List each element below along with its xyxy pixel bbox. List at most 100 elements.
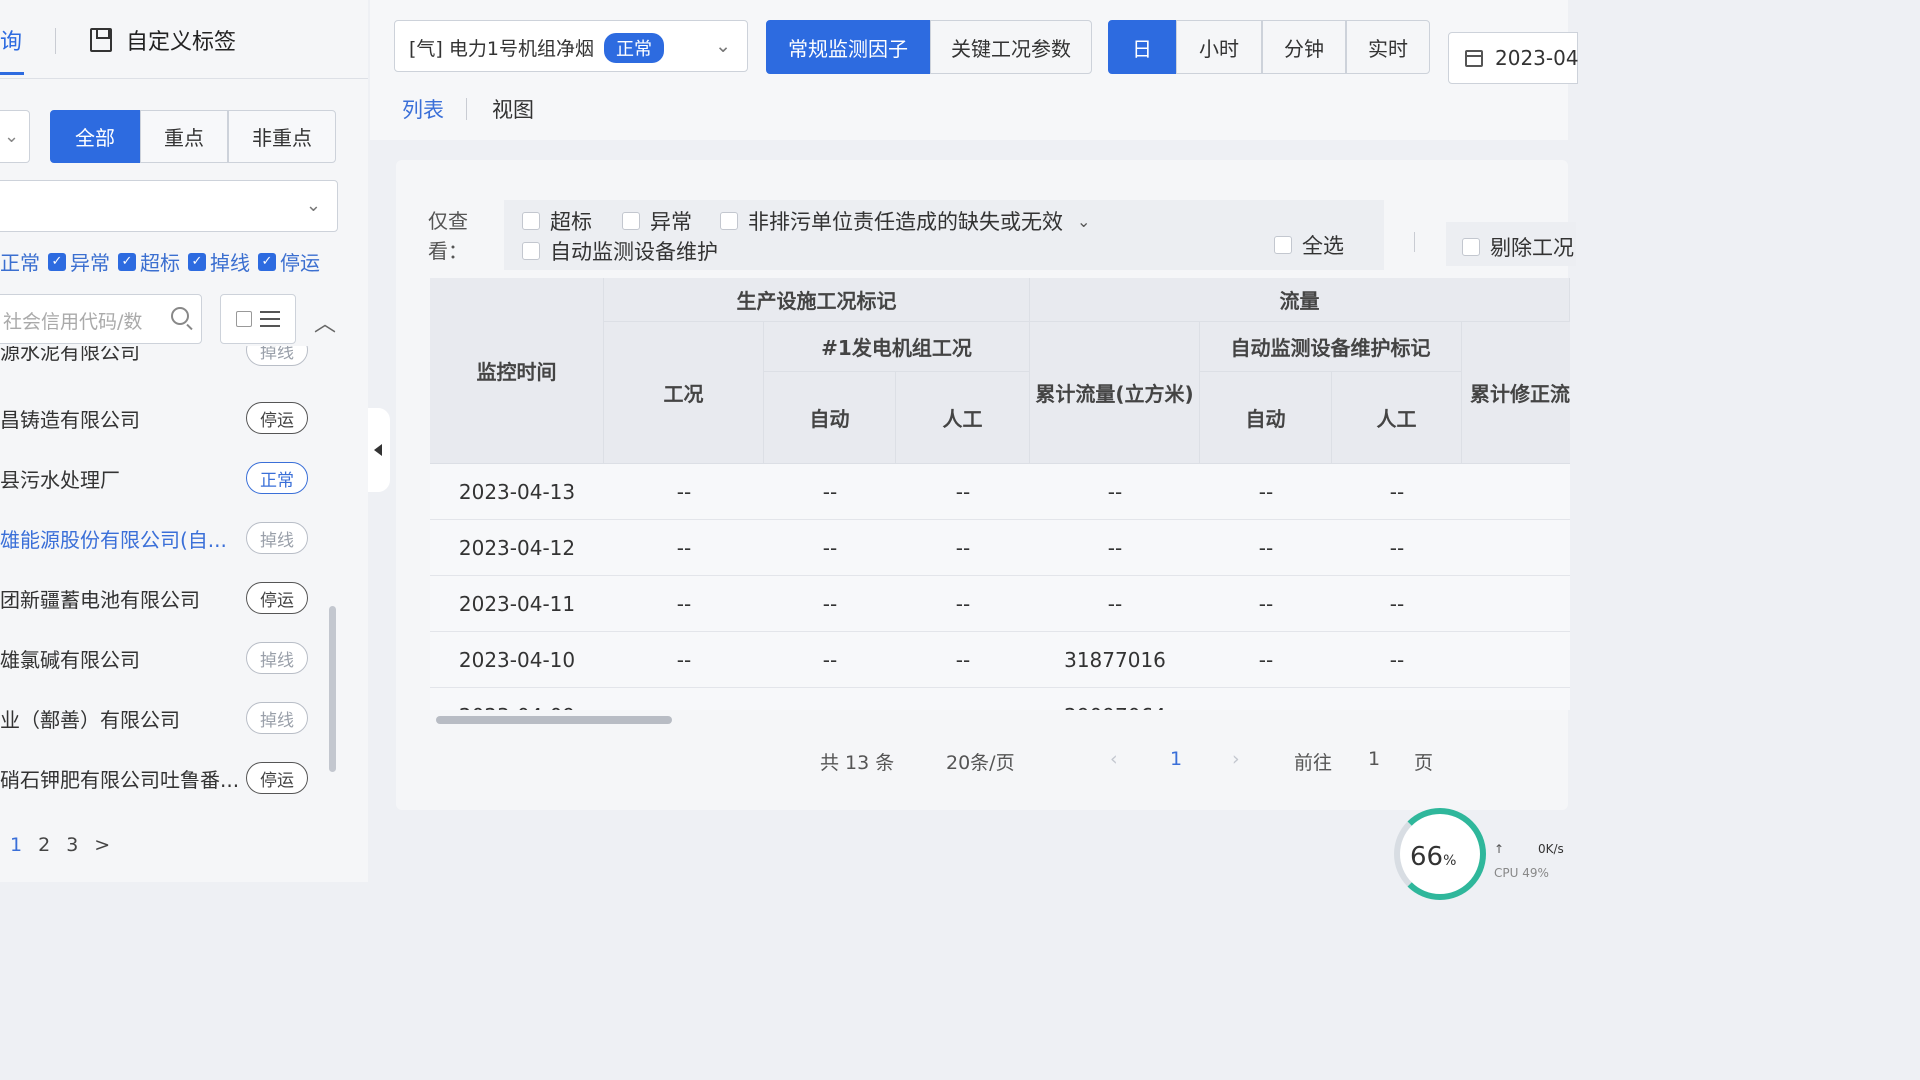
company-name: 团新疆蓄电池有限公司 xyxy=(0,588,200,612)
list-item[interactable]: 硝石钾肥有限公司吐鲁番... 停运 xyxy=(0,762,320,806)
company-search-input[interactable]: 社会信用代码/数 xyxy=(0,294,202,344)
cell-date: 2023-04-11 xyxy=(458,592,576,616)
tab-hour[interactable]: 小时 xyxy=(1176,20,1262,74)
chevron-up-icon[interactable]: ︿ xyxy=(314,306,336,338)
tab-divider xyxy=(466,98,467,120)
cell: 29097064 xyxy=(1030,688,1200,710)
page-link[interactable]: 2 xyxy=(38,834,50,856)
segment-non-key[interactable]: 非重点 xyxy=(228,110,336,163)
col-header-auto: 自动 xyxy=(764,372,896,464)
search-icon[interactable] xyxy=(171,307,189,325)
list-item[interactable]: 县污水处理厂 正常 xyxy=(0,462,320,524)
company-name: 县污水处理厂 xyxy=(0,468,120,492)
status-badge: 掉线 xyxy=(246,346,308,366)
chevron-down-icon: ⌄ xyxy=(305,195,321,216)
status-badge: 掉线 xyxy=(246,702,308,734)
col-header-condition: 工况 xyxy=(604,322,764,464)
tab-key-params[interactable]: 关键工况参数 xyxy=(930,20,1092,74)
status-filter-normal[interactable]: 正常 xyxy=(0,247,40,276)
filter-maintenance[interactable]: 自动监测设备维护 xyxy=(522,236,718,266)
status-filter-offline[interactable]: ✓ 掉线 xyxy=(188,247,250,276)
page-size-select[interactable]: 20条/页 xyxy=(946,748,1015,775)
network-speed: 0K/s xyxy=(1538,842,1564,856)
page-link[interactable]: 1 xyxy=(10,834,22,856)
cell: -- xyxy=(1258,648,1274,672)
status-badge: 正常 xyxy=(246,462,308,494)
view-toggle-button[interactable] xyxy=(220,294,296,344)
region-select[interactable]: ⌄ xyxy=(0,180,338,232)
company-name: 雄能源股份有限公司(自... xyxy=(0,528,227,552)
tab-minute[interactable]: 分钟 xyxy=(1262,20,1346,74)
company-pagination: 1 2 3 > xyxy=(10,834,110,856)
prev-page-icon[interactable]: ‹ xyxy=(1110,748,1118,770)
cell: -- xyxy=(955,536,971,560)
col-header-auto: 自动 xyxy=(1200,372,1332,464)
filter-missing-invalid[interactable]: 非排污单位责任造成的缺失或无效 ⌄ xyxy=(720,206,1090,236)
status-badge: 掉线 xyxy=(246,642,308,674)
cell: -- xyxy=(822,648,838,672)
chevron-down-icon[interactable]: ⌄ xyxy=(1077,212,1090,231)
checkbox-icon xyxy=(522,242,540,260)
col-group-unit1: #1发电机组工况 xyxy=(764,322,1030,372)
tab-custom-tags[interactable]: 自定义标签 xyxy=(90,24,236,56)
cell: -- xyxy=(822,536,838,560)
chevron-down-icon[interactable]: ⌄ xyxy=(0,110,30,163)
page-number[interactable]: 1 xyxy=(1170,748,1182,770)
tab-day[interactable]: 日 xyxy=(1108,20,1176,74)
status-filter-exceed[interactable]: ✓ 超标 xyxy=(118,247,180,276)
company-name: 源水泥有限公司 xyxy=(0,346,140,364)
segment-all[interactable]: 全部 xyxy=(50,110,140,163)
list-scrollbar[interactable] xyxy=(329,606,336,772)
list-item[interactable]: 昌铸造有限公司 停运 xyxy=(0,402,320,464)
page-link[interactable]: 3 xyxy=(66,834,78,856)
list-item[interactable]: 源水泥有限公司 掉线 xyxy=(0,346,320,396)
cell: -- xyxy=(822,480,838,504)
status-filter-row: 正常 ✓ 异常 ✓ 超标 ✓ 掉线 ✓ 停运 xyxy=(0,247,320,276)
segment-key[interactable]: 重点 xyxy=(140,110,228,163)
cell: -- xyxy=(1258,480,1274,504)
cell: -- xyxy=(676,648,692,672)
cell: -- xyxy=(1107,592,1123,616)
divider xyxy=(0,78,368,79)
status-badge: 停运 xyxy=(246,402,308,434)
company-name: 雄氯碱有限公司 xyxy=(0,648,140,672)
cell: -- xyxy=(1389,648,1405,672)
status-badge: 停运 xyxy=(246,582,308,614)
tab-chart-view[interactable]: 视图 xyxy=(492,94,534,124)
data-table: 监控时间 生产设施工况标记 工况 #1发电机组工况 自动 人工 流量 累计流量(… xyxy=(430,278,1570,710)
status-filter-abnormal[interactable]: ✓ 异常 xyxy=(48,247,110,276)
goto-page-input[interactable]: 1 xyxy=(1368,748,1380,770)
cell: -- xyxy=(955,592,971,616)
filter-exceed[interactable]: 超标 xyxy=(522,206,592,236)
list-item[interactable]: 业（鄯善）有限公司 掉线 xyxy=(0,702,320,764)
remove-condition-checkbox[interactable]: 剔除工况 xyxy=(1462,232,1574,262)
page-unit-label: 页 xyxy=(1414,752,1434,774)
status-badge: 停运 xyxy=(246,762,308,794)
checkbox-checked-icon: ✓ xyxy=(48,252,66,271)
tab-realtime[interactable]: 实时 xyxy=(1346,20,1430,74)
list-icon xyxy=(260,311,280,327)
tab-list[interactable]: 列表 xyxy=(402,94,444,124)
status-filter-stopped[interactable]: ✓ 停运 xyxy=(258,247,320,276)
list-item[interactable]: 雄能源股份有限公司(自... 掉线 xyxy=(0,522,320,584)
col-group-flow: 流量 xyxy=(1030,278,1570,322)
panel-collapse-button[interactable] xyxy=(368,408,390,492)
table-horizontal-scrollbar[interactable] xyxy=(436,716,672,724)
filter-abnormal[interactable]: 异常 xyxy=(622,206,692,236)
list-item[interactable]: 雄氯碱有限公司 掉线 xyxy=(0,642,320,704)
next-page-icon[interactable]: › xyxy=(1232,748,1240,770)
device-select[interactable]: [气] 电力1号机组净烟 正常 ⌄ xyxy=(394,20,748,72)
company-name: 硝石钾肥有限公司吐鲁番... xyxy=(0,768,240,792)
date-picker[interactable]: 2023-04 xyxy=(1448,32,1579,84)
select-all-checkbox[interactable]: 全选 xyxy=(1274,230,1344,260)
tab-query[interactable]: 询 xyxy=(0,24,22,56)
cell: -- xyxy=(955,648,971,672)
search-placeholder: 社会信用代码/数 xyxy=(3,311,143,333)
list-item[interactable]: 团新疆蓄电池有限公司 停运 xyxy=(0,582,320,644)
save-icon xyxy=(90,28,112,52)
device-status-badge: 正常 xyxy=(604,33,665,63)
next-page-icon[interactable]: > xyxy=(94,834,110,856)
cell: -- xyxy=(676,480,692,504)
data-card: 仅查看： 超标 异常 非排污单位责任造成的缺失或无效 ⌄ 自动监测设备维护 全选 … xyxy=(396,160,1576,810)
tab-regular-factors[interactable]: 常规监测因子 xyxy=(766,20,930,74)
